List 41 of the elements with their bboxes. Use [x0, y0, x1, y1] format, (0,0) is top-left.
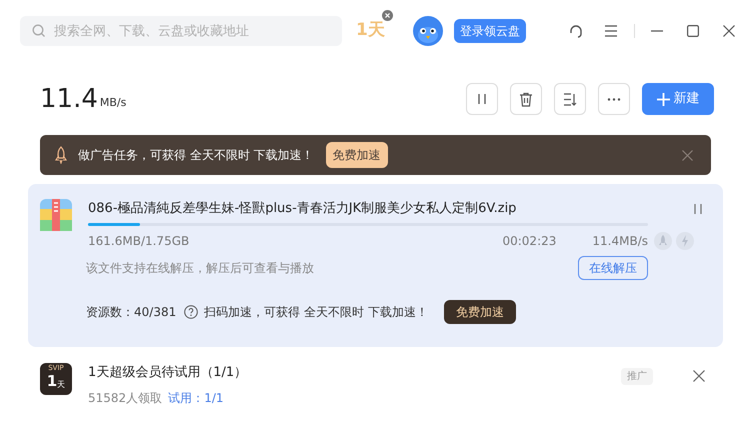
new-button[interactable]: 新建: [642, 83, 714, 115]
resource-count: 资源数：40/381: [86, 304, 176, 320]
download-speed: 11.4: [40, 82, 98, 116]
promo-tag: 推广: [621, 368, 653, 385]
more-icon: [607, 98, 621, 100]
close-icon[interactable]: [693, 370, 705, 382]
plus-icon: [656, 92, 670, 106]
search-icon: [32, 24, 46, 38]
archive-icon: [40, 199, 72, 231]
unzip-hint: 该文件支持在线解压，解压后可查看与播放: [86, 260, 314, 276]
maximize-icon[interactable]: [687, 25, 699, 37]
file-size: 161.6MB/1.75GB: [88, 232, 190, 250]
speed-unit: MB/s: [100, 94, 126, 111]
login-button[interactable]: 登录领云盘: [454, 19, 526, 43]
delete-button[interactable]: [510, 83, 542, 115]
close-icon[interactable]: [382, 10, 393, 22]
badge-unit: 天: [57, 380, 66, 390]
help-icon[interactable]: [184, 304, 198, 318]
trash-icon: [519, 92, 533, 106]
free-boost-button[interactable]: 免费加速: [444, 300, 516, 324]
promo-title: 1天超级会员待试用（1/1）: [88, 364, 248, 382]
sort-button[interactable]: [554, 83, 586, 115]
badge-number: 1: [46, 373, 58, 390]
sort-icon: [563, 92, 577, 106]
task-speed: 11.4MB/s: [592, 232, 648, 250]
close-icon[interactable]: [723, 25, 735, 37]
time-remaining: 00:02:23: [502, 232, 556, 250]
claimed-count: 51582人领取: [88, 390, 162, 406]
file-name: 086-極品清純反差學生妹-怪獸plus-青春活力JK制服美少女私人定制6V.zip: [88, 200, 516, 218]
pause-icon: [477, 93, 487, 105]
menu-icon[interactable]: [604, 25, 618, 37]
avatar-icon[interactable]: [412, 16, 443, 46]
online-unzip-button[interactable]: 在线解压: [578, 256, 648, 280]
scan-boost-text: 扫码加速，可获得 全天不限时 下载加速！: [204, 304, 428, 320]
search-field[interactable]: 搜索全网、下载、云盘或收藏地址: [20, 16, 342, 46]
pause-icon: [693, 202, 703, 215]
minimize-icon[interactable]: [651, 30, 663, 32]
rocket-icon: [54, 146, 68, 164]
trial-link[interactable]: 试用：1/1: [168, 388, 224, 406]
banner-text: 做广告任务，可获得 全天不限时 下载加速！: [78, 147, 314, 164]
free-boost-button[interactable]: 免费加速: [326, 142, 388, 168]
